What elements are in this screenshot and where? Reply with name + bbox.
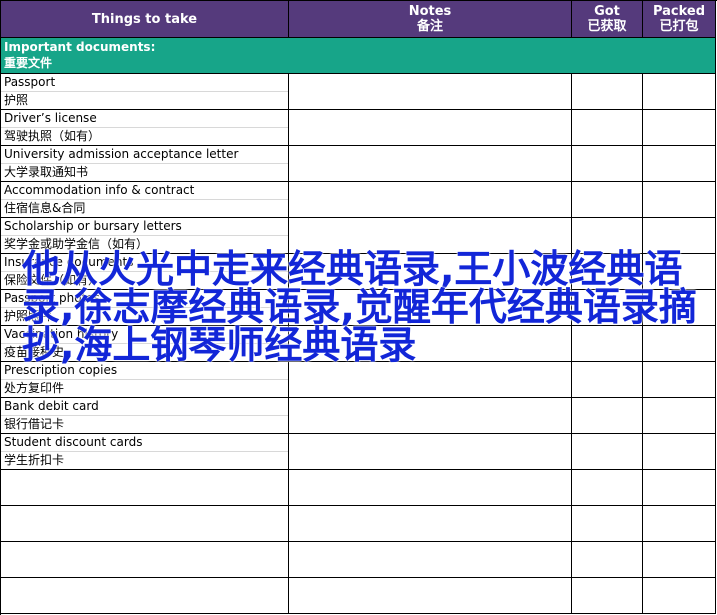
packed-cell[interactable]	[643, 578, 716, 614]
item-en: Bank debit card	[1, 398, 288, 416]
packing-checklist-sheet: Things to take Notes 备注 Got 已获取 Packed 已…	[0, 0, 717, 615]
packed-cell[interactable]	[643, 254, 716, 290]
item-en: Insurance documents	[1, 254, 288, 272]
item-zh: 住宿信息&合同	[4, 201, 86, 215]
item-cell[interactable]: Insurance documents 保险文件（如有）	[1, 254, 289, 290]
item-cell[interactable]: Bank debit card 银行借记卡	[1, 398, 289, 434]
notes-cell[interactable]	[289, 506, 572, 542]
notes-cell[interactable]	[289, 290, 572, 326]
got-cell[interactable]	[572, 218, 643, 254]
packed-cell[interactable]	[643, 146, 716, 182]
got-cell[interactable]	[572, 254, 643, 290]
item-zh: 保险文件（如有）	[4, 273, 101, 287]
item-cell[interactable]: Passport photos 护照照片	[1, 290, 289, 326]
header-got-en: Got	[594, 4, 620, 19]
notes-cell[interactable]	[289, 254, 572, 290]
packed-cell[interactable]	[643, 218, 716, 254]
notes-cell[interactable]	[289, 398, 572, 434]
notes-cell[interactable]	[289, 434, 572, 470]
item-cell[interactable]: Accommodation info & contract 住宿信息&合同	[1, 182, 289, 218]
item-cell[interactable]: Passport 护照	[1, 74, 289, 110]
header-got-zh: 已获取	[587, 19, 627, 34]
empty-item-cell[interactable]	[1, 470, 289, 506]
item-zh: 护照	[4, 93, 29, 107]
got-cell[interactable]	[572, 362, 643, 398]
header-packed: Packed 已打包	[643, 1, 716, 38]
item-zh: 疫苗接种史	[4, 345, 65, 359]
item-en: Student discount cards	[1, 434, 288, 452]
packed-cell[interactable]	[643, 542, 716, 578]
got-cell[interactable]	[572, 434, 643, 470]
notes-cell[interactable]	[289, 362, 572, 398]
notes-cell[interactable]	[289, 110, 572, 146]
packed-cell[interactable]	[643, 398, 716, 434]
packed-cell[interactable]	[643, 182, 716, 218]
header-things-to-take-label: Things to take	[91, 11, 198, 27]
header-things-to-take: Things to take	[1, 1, 289, 38]
header-notes-zh: 备注	[416, 19, 443, 34]
item-en: Scholarship or bursary letters	[1, 218, 288, 236]
notes-cell[interactable]	[289, 470, 572, 506]
item-en: Passport photos	[1, 290, 288, 308]
item-zh: 奖学金或助学金信（如有）	[4, 237, 149, 251]
item-cell[interactable]: Vaccination history 疫苗接种史	[1, 326, 289, 362]
notes-cell[interactable]	[289, 146, 572, 182]
item-cell[interactable]: Scholarship or bursary letters 奖学金或助学金信（如…	[1, 218, 289, 254]
got-cell[interactable]	[572, 182, 643, 218]
item-cell[interactable]: Driver’s license 驾驶执照（如有）	[1, 110, 289, 146]
item-zh: 学生折扣卡	[4, 453, 65, 467]
item-en: Accommodation info & contract	[1, 182, 288, 200]
got-cell[interactable]	[572, 470, 643, 506]
got-cell[interactable]	[572, 326, 643, 362]
header-notes: Notes 备注	[289, 1, 572, 38]
header-packed-en: Packed	[652, 4, 706, 19]
item-zh: 护照照片	[4, 309, 53, 323]
notes-cell[interactable]	[289, 218, 572, 254]
packed-cell[interactable]	[643, 74, 716, 110]
section-title-zh: 重要文件	[4, 56, 53, 70]
packed-cell[interactable]	[643, 470, 716, 506]
item-zh: 驾驶执照（如有）	[4, 129, 101, 143]
packed-cell[interactable]	[643, 434, 716, 470]
packed-cell[interactable]	[643, 290, 716, 326]
checklist-table: Things to take Notes 备注 Got 已获取 Packed 已…	[0, 0, 717, 615]
empty-item-cell[interactable]	[1, 542, 289, 578]
header-notes-en: Notes	[408, 4, 452, 19]
header-got: Got 已获取	[572, 1, 643, 38]
got-cell[interactable]	[572, 578, 643, 614]
got-cell[interactable]	[572, 74, 643, 110]
section-title-en: Important documents:	[4, 40, 156, 54]
packed-cell[interactable]	[643, 110, 716, 146]
item-en: Vaccination history	[1, 326, 288, 344]
item-en: Prescription copies	[1, 362, 288, 380]
item-en: University admission acceptance letter	[1, 146, 288, 164]
notes-cell[interactable]	[289, 182, 572, 218]
empty-item-cell[interactable]	[1, 578, 289, 614]
item-zh: 处方复印件	[4, 381, 65, 395]
packed-cell[interactable]	[643, 326, 716, 362]
empty-item-cell[interactable]	[1, 506, 289, 542]
packed-cell[interactable]	[643, 506, 716, 542]
item-zh: 大学录取通知书	[4, 165, 89, 179]
item-cell[interactable]: Student discount cards 学生折扣卡	[1, 434, 289, 470]
notes-cell[interactable]	[289, 578, 572, 614]
item-en: Driver’s license	[1, 110, 288, 128]
got-cell[interactable]	[572, 110, 643, 146]
packed-cell[interactable]	[643, 362, 716, 398]
got-cell[interactable]	[572, 146, 643, 182]
got-cell[interactable]	[572, 542, 643, 578]
got-cell[interactable]	[572, 506, 643, 542]
item-cell[interactable]: Prescription copies 处方复印件	[1, 362, 289, 398]
got-cell[interactable]	[572, 398, 643, 434]
notes-cell[interactable]	[289, 326, 572, 362]
got-cell[interactable]	[572, 290, 643, 326]
item-en: Passport	[1, 74, 288, 92]
notes-cell[interactable]	[289, 74, 572, 110]
item-cell[interactable]: University admission acceptance letter 大学…	[1, 146, 289, 182]
notes-cell[interactable]	[289, 542, 572, 578]
header-packed-zh: 已打包	[659, 19, 699, 34]
item-zh: 银行借记卡	[4, 417, 65, 431]
section-important-documents: Important documents: 重要文件	[1, 38, 716, 74]
